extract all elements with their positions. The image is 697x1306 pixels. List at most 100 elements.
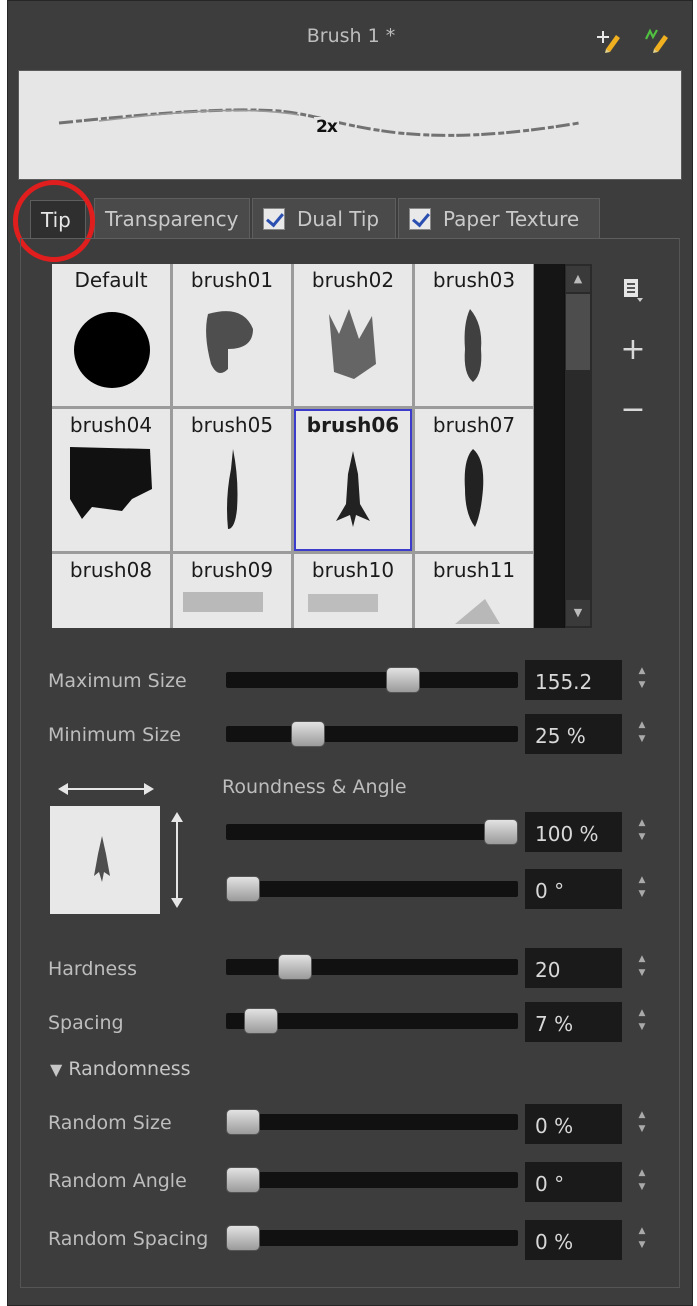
min-size-label: Minimum Size (48, 724, 182, 746)
max-size-slider-thumb[interactable] (386, 667, 420, 693)
collapse-triangle-icon: ▼ (50, 1060, 63, 1079)
hardness-slider-thumb[interactable] (278, 954, 312, 980)
brush-cell-brush11[interactable]: brush11 (415, 554, 533, 628)
random-angle-slider-thumb[interactable] (226, 1167, 260, 1193)
hardness-spinner[interactable]: ▲ ▼ (634, 952, 650, 980)
max-size-field[interactable]: 155.2 (525, 660, 622, 700)
max-size-spinner[interactable]: ▲ ▼ (634, 664, 650, 692)
brush-tip-thumbnail (336, 451, 370, 527)
horizontal-arrows-icon (58, 783, 154, 795)
spacing-field[interactable]: 7 % (525, 1002, 622, 1042)
angle-spinner[interactable]: ▲ ▼ (634, 873, 650, 901)
new-brush-variant-icon[interactable] (644, 27, 672, 55)
brush-name: brush10 (311, 558, 395, 582)
brush-cell-brush01[interactable]: brush01 (173, 264, 291, 406)
spacing-spinner[interactable]: ▲ ▼ (634, 1006, 650, 1034)
zoom-badge: 2x (314, 117, 339, 137)
random-angle-slider[interactable] (226, 1167, 518, 1193)
brush-menu-icon[interactable] (618, 276, 648, 311)
brush-cell-brush09[interactable]: brush09 (173, 554, 291, 628)
random-angle-spinner[interactable]: ▲ ▼ (634, 1166, 650, 1194)
roundness-slider-thumb[interactable] (484, 819, 518, 845)
brush-cell-brush08[interactable]: brush08 (52, 554, 170, 628)
angle-slider[interactable] (226, 876, 518, 902)
roundness-spinner[interactable]: ▲ ▼ (634, 816, 650, 844)
brush-title: Brush 1 * (306, 25, 396, 47)
spacing-label: Spacing (48, 1012, 124, 1034)
hardness-field[interactable]: 20 (525, 948, 622, 988)
brush-name: brush05 (190, 413, 274, 437)
brush-cell-brush04[interactable]: brush04 (52, 409, 170, 551)
random-size-slider-thumb[interactable] (226, 1109, 260, 1135)
stroke-preview: 2x (18, 70, 682, 180)
spacing-slider[interactable] (226, 1008, 518, 1034)
add-brush-button[interactable]: + (618, 332, 648, 367)
scroll-up-arrow-icon[interactable]: ▲ (566, 266, 590, 292)
brush-tip-thumbnail (464, 449, 484, 527)
new-brush-icon[interactable] (596, 27, 624, 55)
vertical-arrows-icon (171, 812, 183, 908)
tab-paper-texture[interactable]: Paper Texture (398, 198, 600, 238)
brush-tip-thumbnail (329, 309, 376, 379)
brush-tip-thumbnail (464, 309, 482, 382)
brush-name: brush04 (69, 413, 153, 437)
roundness-slider[interactable] (226, 819, 518, 845)
brush-tip-thumbnail (227, 449, 238, 529)
brush-name: brush11 (432, 558, 516, 582)
random-size-slider[interactable] (226, 1109, 518, 1135)
stroke-preview-image (58, 108, 580, 137)
paper-texture-checkbox[interactable] (409, 207, 431, 230)
angle-slider-thumb[interactable] (226, 876, 260, 902)
random-spacing-field[interactable]: 0 % (525, 1220, 622, 1260)
brush-tip-thumbnail (308, 594, 378, 612)
max-size-label: Maximum Size (48, 670, 187, 692)
randomness-label: Randomness (68, 1058, 191, 1080)
min-size-slider[interactable] (226, 721, 518, 747)
tab-dual-tip[interactable]: Dual Tip (252, 198, 396, 238)
brush-name: brush02 (311, 268, 395, 292)
brush-name: brush06 (306, 413, 400, 437)
brush-tip-thumbnail (74, 312, 150, 388)
brush-cell-brush05[interactable]: brush05 (173, 409, 291, 551)
min-size-slider-thumb[interactable] (291, 721, 325, 747)
tip-shape-preview-image (94, 836, 110, 882)
brush-tip-thumbnail (455, 599, 500, 624)
min-size-spinner[interactable]: ▲ ▼ (634, 718, 650, 746)
tab-dual-tip-label: Dual Tip (297, 206, 380, 231)
brush-name: brush01 (190, 268, 274, 292)
scroll-down-arrow-icon[interactable]: ▼ (566, 600, 590, 626)
min-size-field[interactable]: 25 % (525, 714, 622, 754)
random-size-field[interactable]: 0 % (525, 1104, 622, 1144)
dual-tip-checkbox[interactable] (263, 207, 285, 230)
roundness-field[interactable]: 100 % (525, 812, 622, 852)
tab-paper-texture-label: Paper Texture (443, 206, 580, 231)
brush-cell-brush02[interactable]: brush02 (294, 264, 412, 406)
angle-field[interactable]: 0 ° (525, 869, 622, 909)
grid-scroll-thumb[interactable] (566, 294, 590, 370)
random-spacing-slider-thumb[interactable] (226, 1225, 260, 1251)
brush-cell-brush07[interactable]: brush07 (415, 409, 533, 551)
remove-brush-button[interactable]: − (618, 392, 648, 427)
randomness-section-toggle[interactable]: ▼ Randomness (50, 1058, 191, 1080)
tab-transparency-label: Transparency (105, 206, 239, 231)
brush-name: brush09 (190, 558, 274, 582)
random-size-spinner[interactable]: ▲ ▼ (634, 1108, 650, 1136)
brush-name: brush08 (69, 558, 153, 582)
random-angle-field[interactable]: 0 ° (525, 1162, 622, 1202)
brush-tip-thumbnail (183, 592, 263, 612)
hardness-slider[interactable] (226, 954, 518, 980)
random-size-label: Random Size (48, 1112, 172, 1134)
brush-cell-brush03[interactable]: brush03 (415, 264, 533, 406)
spacing-slider-thumb[interactable] (244, 1008, 278, 1034)
random-spacing-spinner[interactable]: ▲ ▼ (634, 1224, 650, 1252)
brush-cell-brush06[interactable]: brush06 (294, 409, 412, 551)
brush-cell-default[interactable]: Default (52, 264, 170, 406)
brush-cell-brush10[interactable]: brush10 (294, 554, 412, 628)
brush-name: brush03 (432, 268, 516, 292)
tip-shape-preview (50, 806, 160, 914)
random-spacing-slider[interactable] (226, 1225, 518, 1251)
tab-transparency[interactable]: Transparency (94, 198, 250, 238)
brush-tip-thumbnail (70, 447, 152, 519)
brush-name: brush07 (432, 413, 516, 437)
max-size-slider[interactable] (226, 667, 518, 693)
